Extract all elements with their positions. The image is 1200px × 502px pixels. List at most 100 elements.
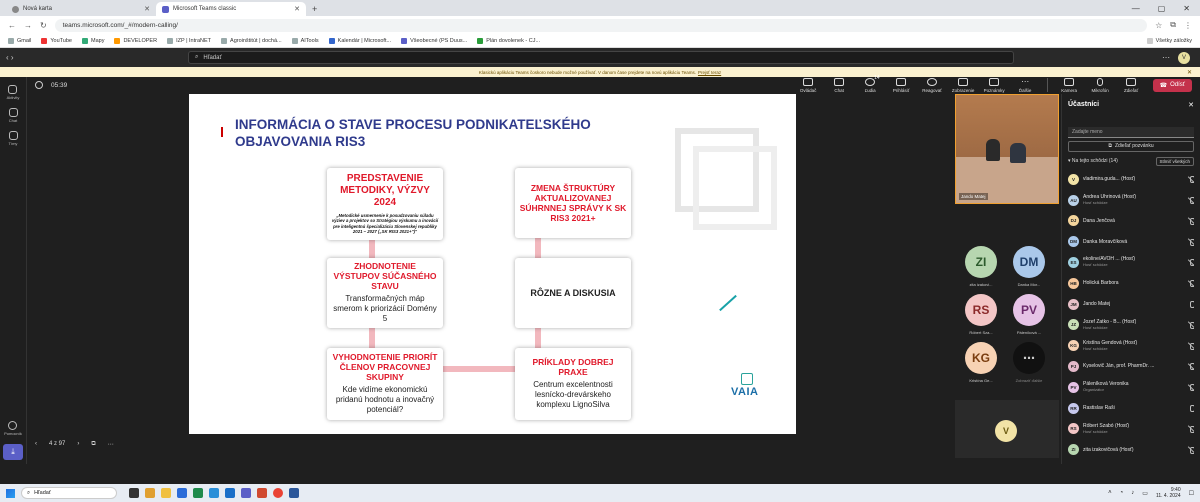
browser-tab[interactable]: Nová karta ✕ (6, 2, 156, 16)
bookmark[interactable]: Všeobecné (PS Duus... (401, 37, 467, 44)
participant-row[interactable]: PJ Kyselovič Ján, prof. PharmDr. ... (1068, 356, 1194, 377)
action-view[interactable]: Zobrazenie (950, 77, 977, 93)
maximize-icon[interactable]: ▢ (1158, 4, 1166, 13)
close-icon[interactable]: ✕ (1187, 69, 1192, 76)
star-icon[interactable]: ☆ (1155, 21, 1162, 30)
extensions-icon[interactable]: ⧉ (1170, 20, 1176, 30)
rail-item-activity[interactable]: Aktivity (7, 85, 19, 100)
clock[interactable]: 9:40 11. 4. 2024 (1156, 487, 1181, 499)
participant-row[interactable]: JZ Jozef Žatko - B... (Hosť) Hosť schôdze (1068, 314, 1194, 335)
menu-icon[interactable]: ⋮ (1184, 21, 1192, 30)
participant-tile-avatar[interactable]: PV (1013, 293, 1045, 326)
bookmark[interactable]: DEVELOPER (114, 37, 157, 44)
bookmark[interactable]: IZP | IntraNET (167, 37, 211, 44)
share-invite-button[interactable]: ⧉ Zdieľať pozvánku (1068, 140, 1194, 152)
bookmark[interactable]: Gmail (8, 37, 31, 44)
action-notes[interactable]: Poznámky (981, 77, 1008, 93)
participant-tile-avatar[interactable]: RS (965, 293, 997, 326)
close-window-icon[interactable]: ✕ (1183, 4, 1190, 13)
participant-row[interactable]: Vvladimira.guda... (Hosť) (1068, 169, 1194, 190)
powerpoint-icon[interactable] (257, 488, 267, 498)
forward-icon[interactable]: → (24, 21, 32, 30)
word-icon[interactable] (289, 488, 299, 498)
close-tab-icon[interactable]: ✕ (294, 5, 300, 13)
close-icon[interactable]: ✕ (1188, 101, 1194, 109)
taskbar-search[interactable]: ⌕ Hľadať (21, 487, 117, 499)
participant-row[interactable]: AU Andrea Uhrinová (Hosť) Hosť schôdze (1068, 190, 1194, 211)
bookmark[interactable]: Mapy (82, 37, 104, 44)
new-tab-button[interactable]: + (312, 4, 317, 14)
participant-tile-avatar[interactable]: KG (965, 341, 997, 374)
store-icon[interactable] (177, 488, 187, 498)
task-view-icon[interactable] (129, 488, 139, 498)
more-icon[interactable]: ⋯ (1162, 53, 1170, 62)
download-button[interactable]: ⤓ (3, 444, 23, 460)
edge-icon[interactable] (209, 488, 219, 498)
chrome-icon[interactable] (273, 488, 283, 498)
volume-icon[interactable]: ♪ (1131, 490, 1134, 496)
bookmark[interactable]: YouTube (41, 37, 72, 44)
action-react[interactable]: Reagovať (919, 77, 946, 93)
video-tile[interactable]: Jando Matej (955, 93, 1059, 204)
rail-item-teams[interactable]: Tímy (8, 131, 18, 146)
back-icon[interactable]: ← (8, 21, 16, 30)
more-icon[interactable]: ⋯ (108, 441, 114, 448)
notifications-icon[interactable]: ☐ (1189, 490, 1194, 497)
bookmark[interactable]: AITools (291, 37, 319, 44)
action-more[interactable]: ⋯ Ďalšie (1012, 77, 1039, 93)
battery-icon[interactable]: ▭ (1142, 490, 1148, 497)
outlook-icon[interactable] (225, 488, 235, 498)
participant-name-block: Róbert Szabó (Hosť) Hosť schôdze (1083, 423, 1184, 435)
url-field[interactable]: teams.microsoft.com/_#/modern-calling/ (54, 18, 1148, 32)
notice-link[interactable]: Prejsť teraz (698, 70, 721, 75)
participant-row[interactable]: DM Danka Moravčíková (1068, 231, 1194, 252)
self-view-tile[interactable]: V (955, 399, 1059, 458)
show-more-tiles[interactable]: ⋯ (1013, 341, 1045, 374)
invite-input[interactable]: Zadajte meno (1068, 126, 1194, 138)
close-tab-icon[interactable]: ✕ (144, 5, 150, 13)
prev-slide-icon[interactable]: ‹ (35, 441, 37, 447)
action-raise-hand[interactable]: Prihlásiť (888, 77, 915, 93)
participant-row[interactable]: RR Rastislav Raši (1068, 398, 1194, 419)
action-controller[interactable]: Ovládač (795, 77, 822, 93)
rail-item-chat[interactable]: Chat (8, 108, 18, 123)
next-slide-icon[interactable]: › (77, 441, 79, 447)
widgets-icon[interactable] (145, 488, 155, 498)
action-people[interactable]: 14 Ľudia (857, 75, 884, 93)
action-chat[interactable]: Chat (826, 77, 853, 93)
participant-row[interactable]: ES ekoline/AVOH ... (Hosť) Hosť schôdze (1068, 252, 1194, 273)
reload-icon[interactable]: ↻ (40, 21, 47, 30)
file-explorer-icon[interactable] (161, 488, 171, 498)
participant-row[interactable]: ZI zita izakovičová (Hosť) (1068, 439, 1194, 460)
grid-view-icon[interactable]: ⧉ (91, 441, 95, 448)
camera-button[interactable]: Kamera (1056, 77, 1083, 93)
participant-tile-avatar[interactable]: ZI (965, 245, 997, 278)
browser-tab-active[interactable]: Microsoft Teams classic ✕ (156, 2, 306, 16)
bookmark[interactable]: Kalendár | Microsoft... (328, 37, 391, 44)
participant-row[interactable]: PV Páleníková Veronika Organizátor (1068, 377, 1194, 398)
leave-button[interactable]: ☎ Odísť (1152, 78, 1192, 92)
excel-icon[interactable] (193, 488, 203, 498)
rail-item-help[interactable]: Pomocník (4, 421, 22, 436)
participant-row[interactable]: HB Holická Barbora (1068, 273, 1194, 294)
windows-start-icon[interactable] (6, 488, 15, 498)
participant-row[interactable]: DJ Dana Jenčová (1068, 210, 1194, 231)
avatar[interactable]: V (1178, 51, 1190, 64)
all-bookmarks[interactable]: Všetky záložky (1146, 37, 1192, 44)
teams-icon[interactable] (241, 488, 251, 498)
participant-tile-avatar[interactable]: DM (1013, 245, 1045, 278)
minimize-icon[interactable]: — (1132, 4, 1140, 13)
mic-button[interactable]: Mikrofón (1087, 77, 1114, 93)
teams-search-input[interactable]: ⌕ Hľadať (188, 51, 1014, 64)
mute-all-button[interactable]: Stlmiť všetkých (1155, 156, 1194, 166)
participant-row[interactable]: RS Róbert Szabó (Hosť) Hosť schôdze (1068, 418, 1194, 439)
back-icon[interactable]: ‹ › (6, 53, 30, 62)
participant-row[interactable]: KG Kristína Gendová (Hosť) Hosť schôdze (1068, 335, 1194, 356)
chevron-up-icon[interactable]: ˄ (1108, 490, 1112, 496)
wifi-icon[interactable]: ◔ (1120, 490, 1124, 496)
share-button[interactable]: Zdieľať (1118, 77, 1145, 93)
bookmark[interactable]: Plán dovolenek - CJ... (477, 37, 540, 44)
participant-row[interactable]: JM Jando Matej (1068, 294, 1194, 315)
bookmark[interactable]: Agroinštitút | dochá... (221, 37, 282, 44)
participants-section-header[interactable]: ▾ Na tejto schôdzi (14) Stlmiť všetkých (1068, 156, 1194, 166)
